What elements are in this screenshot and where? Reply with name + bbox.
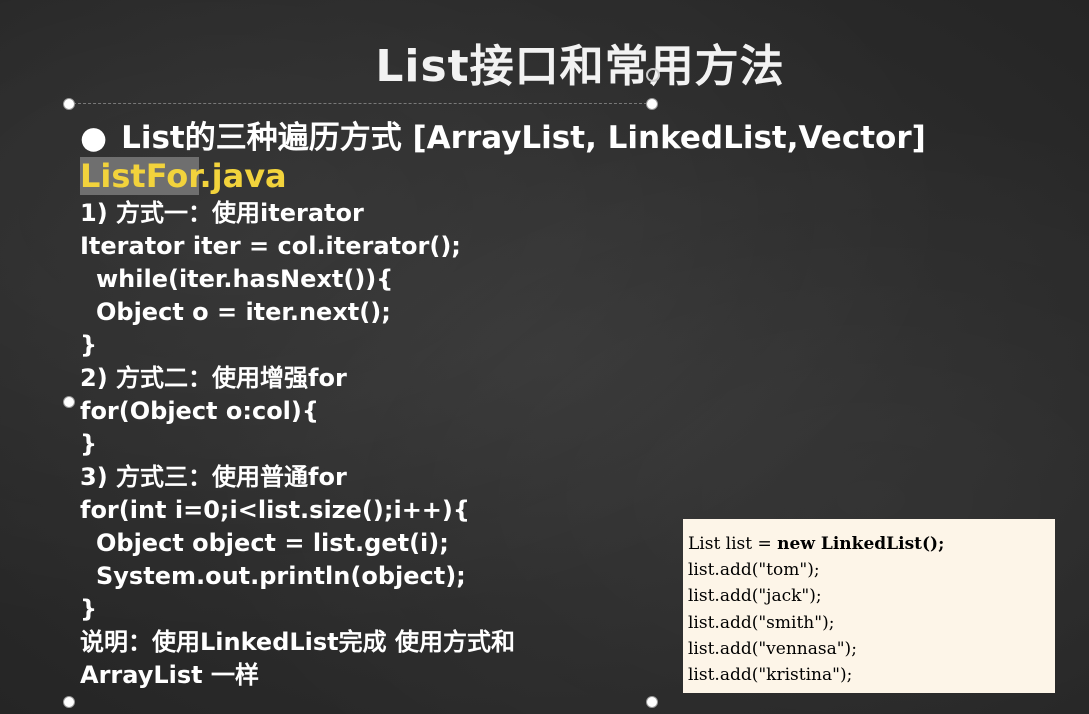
code-line: } [80,595,98,623]
code-line: 2) 方式二：使用增强for [80,364,347,392]
slide-title: List接口和常用方法 [375,41,785,92]
code-snippet-line: list.add("jack"); [688,586,822,607]
code-line: Object o = iter.next(); [96,298,391,326]
code-line: 1) 方式一：使用iterator [80,199,364,227]
code-snippet-line: List list = new LinkedList(); [683,531,1055,557]
code-line: 说明：使用LinkedList完成 使用方式和 [80,628,516,656]
code-text: List list = [688,534,778,554]
resize-handle-top-left[interactable] [63,98,75,110]
code-line: System.out.println(object); [96,562,466,590]
rotate-handle[interactable] [646,68,660,82]
resize-handle-top-middle[interactable] [646,98,658,110]
code-snippet-line: list.add("tom"); [688,560,820,581]
filename-extension: .java [199,157,287,195]
code-line: } [80,430,98,458]
code-line: Iterator iter = col.iterator(); [80,232,461,260]
resize-handle-bottom-middle[interactable] [646,696,658,708]
code-line: ArrayList 一样 [80,661,259,689]
code-line: } [80,331,98,359]
code-keyword: new LinkedList(); [777,534,945,554]
code-line: for(int i=0;i<list.size();i++){ [80,496,470,524]
filename-highlighted: ListFor [80,157,200,195]
resize-handle-middle-left[interactable] [63,396,75,408]
bullet-dot-icon: ● [80,120,108,156]
code-line: Object object = list.get(i); [96,529,449,557]
code-snippet-line: list.add("smith"); [688,612,835,633]
code-snippet-box: List list = new LinkedList(); list.add("… [683,519,1055,693]
code-line: for(Object o:col){ [80,397,319,425]
code-snippet-line: list.add("vennasa"); [688,638,857,659]
bullet-text: List的三种遍历方式 [ArrayList, LinkedList,Vecto… [121,120,926,156]
resize-handle-bottom-left[interactable] [63,696,75,708]
code-lines: 1) 方式一：使用iterator Iterator iter = col.it… [80,197,515,692]
bullet-heading: ● List的三种遍历方式 [ArrayList, LinkedList,Vect… [80,112,926,157]
code-line: 3) 方式三：使用普通for [80,463,347,491]
code-snippet-line: list.add("kristina"); [688,664,853,685]
code-line: while(iter.hasNext()){ [96,265,394,293]
filename: ListFor.java [80,157,287,195]
